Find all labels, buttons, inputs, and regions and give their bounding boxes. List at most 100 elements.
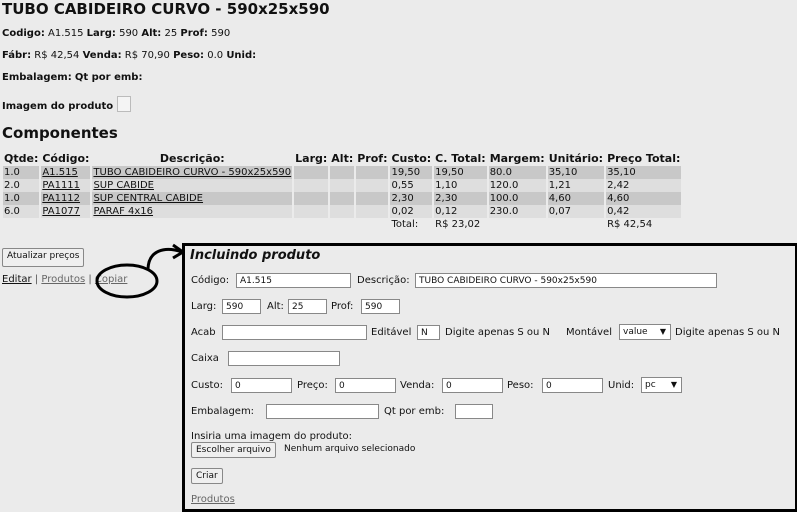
row-larg bbox=[294, 166, 329, 179]
acab-field-label: Acab bbox=[191, 327, 216, 338]
row-prof bbox=[356, 192, 389, 205]
peso-field-label: Peso: bbox=[507, 380, 534, 391]
total-preco: R$ 42,54 bbox=[607, 219, 653, 230]
unid-select[interactable]: pc ▼ bbox=[641, 377, 682, 393]
venda-field[interactable]: 0 bbox=[442, 378, 503, 393]
row-unitario: 1,21 bbox=[547, 179, 605, 192]
codigo-field[interactable]: A1.515 bbox=[236, 273, 351, 288]
prof-value: 590 bbox=[211, 28, 231, 39]
row-descricao-link[interactable]: PARAF 4x16 bbox=[93, 206, 153, 217]
row-qtde: 1.0 bbox=[3, 166, 40, 179]
product-image-placeholder bbox=[117, 96, 132, 112]
row-custo: 0,55 bbox=[390, 179, 433, 192]
chevron-down-icon: ▼ bbox=[670, 380, 677, 389]
row-codigo-link[interactable]: A1.515 bbox=[42, 167, 77, 178]
row-preco: 4,60 bbox=[606, 192, 682, 205]
file-status-text: Nenhum arquivo selecionado bbox=[284, 444, 416, 454]
qt-por-emb-field-label: Qt por emb: bbox=[384, 406, 445, 417]
table-row: 6.0 PA1077 PARAF 4x16 0,02 0,12 230.0 0,… bbox=[3, 205, 682, 218]
product-title: TUBO CABIDEIRO CURVO - 590x25x590 bbox=[2, 0, 330, 18]
fabr-value: R$ 42,54 bbox=[34, 50, 80, 61]
row-larg bbox=[294, 205, 329, 218]
product-dimensions-line: Codigo: A1.515 Larg: 590 Alt: 25 Prof: 5… bbox=[2, 28, 230, 39]
row-descricao-link[interactable]: TUBO CABIDEIRO CURVO - 590x25x590 bbox=[93, 167, 291, 178]
col-descricao: Descrição: bbox=[159, 152, 225, 165]
escolher-arquivo-button[interactable]: Escolher arquivo bbox=[191, 442, 276, 458]
total-label: Total: bbox=[391, 219, 419, 230]
acab-field[interactable] bbox=[222, 325, 367, 340]
row-custo: 19,50 bbox=[390, 166, 433, 179]
unid-label: Unid: bbox=[226, 50, 257, 61]
col-codigo: Código: bbox=[42, 152, 90, 165]
row-ctotal: 19,50 bbox=[434, 166, 487, 179]
custo-field-label: Custo: bbox=[191, 380, 223, 391]
qt-por-emb-field[interactable] bbox=[455, 404, 493, 419]
montavel-select[interactable]: value ▼ bbox=[619, 324, 671, 340]
montavel-field-label: Montável bbox=[566, 327, 612, 338]
row-larg bbox=[294, 192, 329, 205]
row-unitario: 35,10 bbox=[547, 166, 605, 179]
row-qtde: 1.0 bbox=[3, 192, 40, 205]
editavel-field-label: Editável bbox=[371, 327, 412, 338]
panel-title: Incluindo produto bbox=[190, 248, 321, 263]
produtos-link[interactable]: Produtos bbox=[41, 274, 85, 285]
annotation-arrow bbox=[95, 243, 186, 299]
alt-field[interactable]: 25 bbox=[288, 299, 327, 314]
col-ctotal: C. Total: bbox=[435, 152, 486, 165]
preco-field[interactable]: 0 bbox=[335, 378, 396, 393]
row-qtde: 2.0 bbox=[3, 179, 40, 192]
qt-label: Qt por emb: bbox=[74, 72, 143, 83]
venda-label: Venda: bbox=[82, 50, 122, 61]
row-alt bbox=[330, 179, 355, 192]
row-prof bbox=[356, 166, 389, 179]
prof-field[interactable]: 590 bbox=[361, 299, 400, 314]
criar-button[interactable]: Criar bbox=[191, 468, 223, 484]
row-margem: 120.0 bbox=[488, 179, 546, 192]
editar-link[interactable]: Editar bbox=[2, 274, 32, 285]
row-prof bbox=[356, 179, 389, 192]
col-qtde: Qtde: bbox=[4, 152, 39, 165]
row-descricao-link[interactable]: SUP CABIDE bbox=[93, 180, 154, 191]
row-margem: 80.0 bbox=[488, 166, 546, 179]
larg-field[interactable]: 590 bbox=[222, 299, 261, 314]
total-ctotal: R$ 23,02 bbox=[435, 219, 481, 230]
peso-field[interactable]: 0 bbox=[542, 378, 603, 393]
col-prof: Prof: bbox=[357, 152, 388, 165]
row-codigo-link[interactable]: PA1077 bbox=[42, 206, 80, 217]
embalagem-label: Embalagem: bbox=[2, 72, 72, 83]
caixa-field[interactable] bbox=[228, 351, 340, 366]
editavel-field[interactable]: N bbox=[417, 325, 440, 340]
row-unitario: 0,07 bbox=[547, 205, 605, 218]
col-margem: Margem: bbox=[489, 152, 545, 165]
row-ctotal: 1,10 bbox=[434, 179, 487, 192]
imagem-label: Imagem do produto bbox=[2, 101, 114, 112]
custo-field[interactable]: 0 bbox=[231, 378, 292, 393]
unid-selected-value: pc bbox=[645, 380, 656, 390]
col-custo: Custo: bbox=[391, 152, 432, 165]
incluindo-produto-panel: Incluindo produto Código: A1.515 Descriç… bbox=[182, 243, 797, 512]
montavel-hint: Digite apenas S ou N bbox=[675, 327, 780, 338]
codigo-value: A1.515 bbox=[48, 28, 84, 39]
row-ctotal: 0,12 bbox=[434, 205, 487, 218]
row-alt bbox=[330, 192, 355, 205]
descricao-field[interactable]: TUBO CABIDEIRO CURVO - 590x25x590 bbox=[415, 273, 717, 288]
row-qtde: 6.0 bbox=[3, 205, 40, 218]
atualizar-precos-button[interactable]: Atualizar preços bbox=[2, 248, 85, 267]
row-codigo-link[interactable]: PA1111 bbox=[42, 180, 80, 191]
unid-field-label: Unid: bbox=[608, 380, 635, 391]
prof-label: Prof: bbox=[180, 28, 208, 39]
row-codigo-link[interactable]: PA1112 bbox=[42, 193, 80, 204]
larg-label: Larg: bbox=[86, 28, 116, 39]
row-larg bbox=[294, 179, 329, 192]
product-packaging-line: Embalagem: Qt por emb: bbox=[2, 72, 142, 83]
caixa-field-label: Caixa bbox=[191, 353, 219, 364]
table-row: 2.0 PA1111 SUP CABIDE 0,55 1,10 120.0 1,… bbox=[3, 179, 682, 192]
embalagem-field[interactable] bbox=[266, 404, 379, 419]
produtos-bottom-link[interactable]: Produtos bbox=[191, 494, 235, 505]
imagem-upload-label: Insiria uma imagem do produto: bbox=[191, 431, 353, 442]
product-image-line: Imagem do produto bbox=[2, 96, 132, 112]
row-descricao-link[interactable]: SUP CENTRAL CABIDE bbox=[93, 193, 203, 204]
row-unitario: 4,60 bbox=[547, 192, 605, 205]
embalagem-field-label: Embalagem: bbox=[191, 406, 255, 417]
venda-field-label: Venda: bbox=[400, 380, 435, 391]
